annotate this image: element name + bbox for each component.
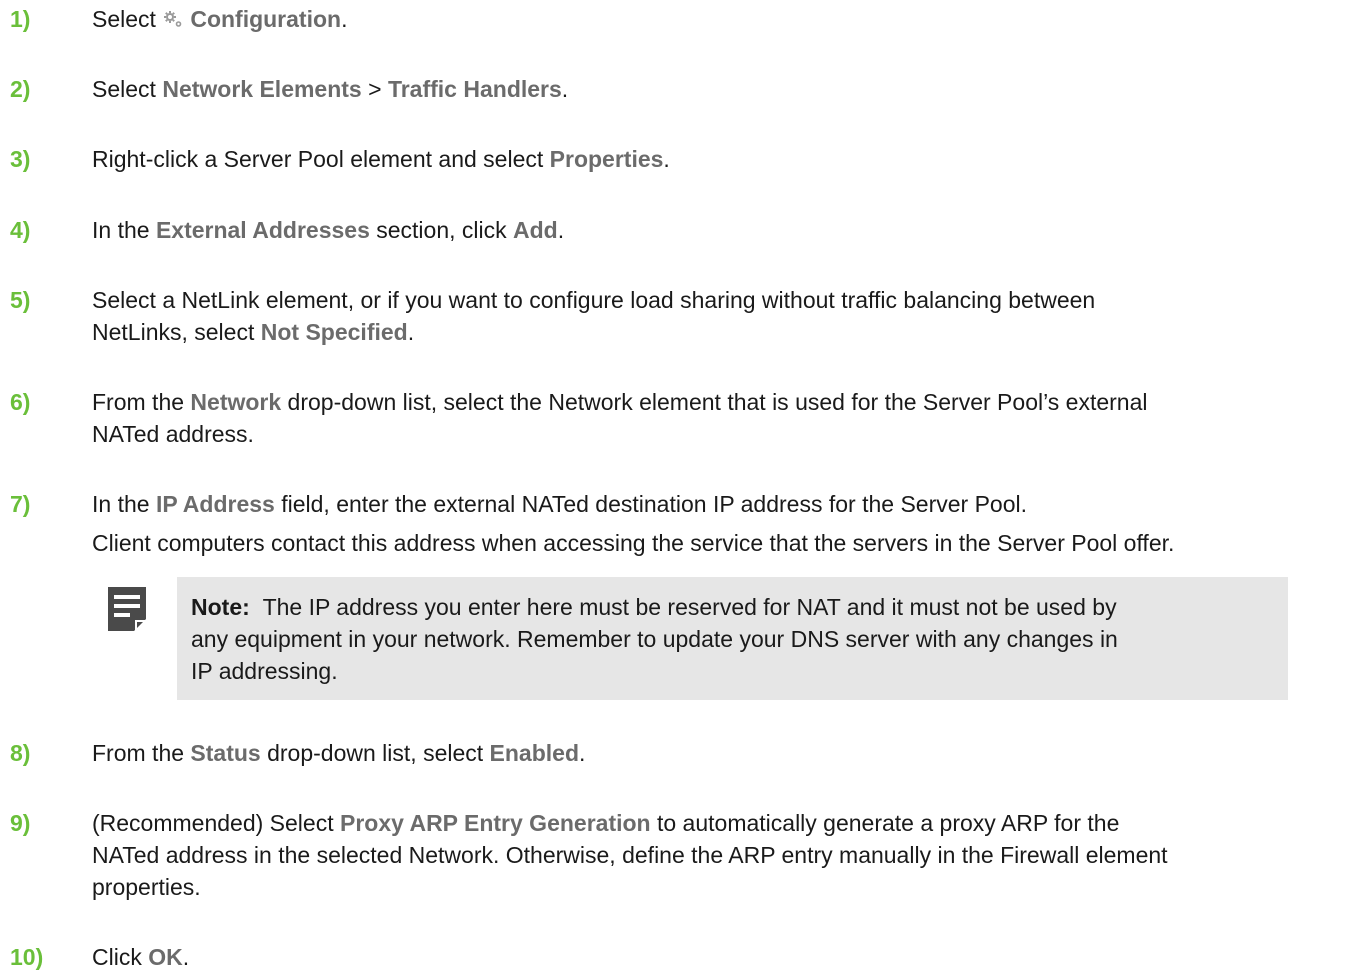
step-line: Select a NetLink element, or if you want… — [92, 287, 1096, 313]
step-text: In the IP Address field, enter the exter… — [92, 491, 1028, 517]
ok-term: OK — [148, 944, 183, 970]
step-text: Select Configuration. — [92, 6, 348, 32]
step-number: 7) — [10, 491, 31, 517]
configuration-term: Configuration — [190, 6, 342, 32]
gear-icon — [164, 11, 182, 27]
step-text: Click OK. — [92, 944, 190, 970]
step-line: (Recommended) Select Proxy ARP Entry Gen… — [92, 810, 1120, 836]
add-term: Add — [513, 217, 558, 243]
proxy-arp-term: Proxy ARP Entry Generation — [340, 810, 651, 836]
step-number: 3) — [10, 146, 31, 172]
external-addresses-term: External Addresses — [155, 217, 370, 243]
enabled-term: Enabled — [489, 740, 580, 766]
step-text: In the External Addresses section, click… — [92, 217, 565, 243]
step-number: 2) — [10, 76, 31, 102]
network-elements-term: Network Elements — [162, 76, 362, 102]
properties-term: Properties — [549, 146, 664, 172]
status-term: Status — [190, 740, 261, 766]
note-line: Note: The IP address you enter here must… — [191, 594, 1117, 620]
note-label: Note: — [191, 594, 250, 620]
step-line: NATed address. — [92, 421, 254, 447]
network-term: Network — [190, 389, 282, 415]
note-icon — [108, 587, 146, 631]
step-line: From the Network drop-down list, select … — [92, 389, 1148, 415]
step-line: properties. — [92, 874, 201, 900]
step-text: Select Network Elements > Traffic Handle… — [92, 76, 569, 102]
step-text: From the Network drop-down list, select … — [92, 386, 1354, 450]
step-number: 1) — [10, 6, 31, 32]
step-number: 6) — [10, 389, 31, 415]
step-number: 4) — [10, 217, 31, 243]
note-line: any equipment in your network. Remember … — [191, 626, 1118, 652]
step-text: Right-click a Server Pool element and se… — [92, 146, 670, 172]
not-specified-term: Not Specified — [260, 319, 408, 345]
step-number: 8) — [10, 740, 31, 766]
traffic-handlers-term: Traffic Handlers — [387, 76, 562, 102]
step-text: Select a NetLink element, or if you want… — [92, 284, 1354, 348]
step-text: From the Status drop-down list, select E… — [92, 740, 586, 766]
step-subtext: Client computers contact this address wh… — [92, 530, 1175, 556]
step-number: 10) — [10, 944, 44, 970]
step-line: NetLinks, select Not Specified. — [92, 319, 415, 345]
ip-address-term: IP Address — [155, 491, 275, 517]
step-text: (Recommended) Select Proxy ARP Entry Gen… — [92, 807, 1354, 903]
note-line: IP addressing. — [191, 658, 338, 684]
step-line: NATed address in the selected Network. O… — [92, 842, 1168, 868]
step-number: 5) — [10, 287, 31, 313]
step-number: 9) — [10, 810, 31, 836]
note-box: Note: The IP address you enter here must… — [177, 577, 1288, 700]
